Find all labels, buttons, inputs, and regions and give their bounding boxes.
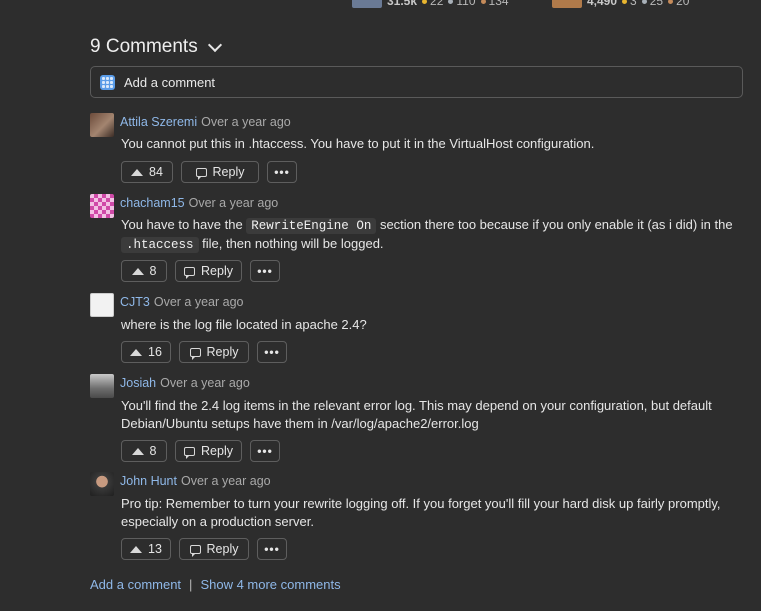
reputation: 31.5k: [387, 0, 418, 8]
avatar[interactable]: [90, 293, 114, 317]
comment-text: Pro tip: Remember to turn your rewrite l…: [121, 496, 721, 529]
reply-button[interactable]: Reply: [179, 538, 249, 560]
vote-count: 16: [148, 345, 162, 359]
comment-text: You have to have the RewriteEngine On se…: [121, 217, 733, 253]
ellipsis-icon: •••: [257, 444, 273, 458]
reply-label: Reply: [206, 345, 239, 359]
separator: |: [189, 577, 193, 592]
add-comment-box[interactable]: Add a comment: [90, 66, 743, 98]
comment-actions: 8 Reply •••: [121, 260, 280, 282]
reply-icon: [189, 347, 201, 360]
comment-time: Over a year ago: [160, 376, 250, 390]
avatar[interactable]: [90, 194, 114, 218]
gold-badges: 3: [622, 0, 637, 8]
reply-button[interactable]: Reply: [181, 161, 259, 183]
ellipsis-icon: •••: [274, 165, 290, 179]
upvote-button[interactable]: 8: [121, 440, 167, 462]
vote-count: 8: [149, 264, 157, 278]
comment-time: Over a year ago: [201, 115, 291, 129]
arrow-up-icon: [130, 348, 143, 356]
avatar[interactable]: [90, 113, 114, 137]
comments-footer: Add a comment | Show 4 more comments: [90, 577, 341, 592]
user-chip[interactable]: 4,490 3 25 20: [552, 0, 689, 8]
comment-meta: CJT3 Over a year ago: [120, 295, 244, 309]
user-avatar: [352, 0, 382, 8]
reply-button[interactable]: Reply: [175, 260, 242, 282]
avatar[interactable]: [90, 472, 114, 496]
comment-actions: 13 Reply •••: [121, 538, 287, 560]
bronze-badges: 134: [480, 0, 509, 8]
comments-count-title: 9 Comments: [90, 36, 198, 57]
more-options-button[interactable]: •••: [267, 161, 297, 183]
add-comment-link[interactable]: Add a comment: [90, 577, 181, 592]
reply-button[interactable]: Reply: [175, 440, 242, 462]
comment-meta: John Hunt Over a year ago: [120, 474, 271, 488]
reply-label: Reply: [201, 444, 233, 458]
upvote-button[interactable]: 8: [121, 260, 167, 282]
reputation: 4,490: [587, 0, 618, 8]
comment-time: Over a year ago: [180, 474, 271, 488]
comment-time: Over a year ago: [188, 196, 279, 210]
more-options-button[interactable]: •••: [257, 341, 287, 363]
more-options-button[interactable]: •••: [250, 440, 280, 462]
vote-count: 8: [149, 444, 157, 458]
comment-actions: 8 Reply •••: [121, 440, 280, 462]
arrow-up-icon: [131, 267, 144, 275]
reply-icon: [184, 446, 196, 459]
ellipsis-icon: •••: [257, 264, 273, 278]
upvote-button[interactable]: 16: [121, 341, 171, 363]
silver-badges: 25: [641, 0, 663, 8]
comment-text: where is the log file located in apache …: [121, 317, 367, 332]
silver-badges: 110: [448, 0, 476, 8]
comment-author[interactable]: CJT3: [120, 295, 150, 309]
comments-header[interactable]: 9 Comments: [90, 36, 222, 58]
chevron-down-icon[interactable]: [207, 37, 222, 53]
avatar[interactable]: [90, 374, 114, 398]
show-more-comments-link[interactable]: Show 4 more comments: [200, 577, 340, 592]
arrow-up-icon: [130, 545, 143, 553]
comment-actions: 84 Reply •••: [121, 161, 297, 183]
top-user-strip: 31.5k 22 110 134 4,490 3 25 20: [0, 0, 761, 10]
ellipsis-icon: •••: [264, 345, 280, 359]
more-options-button[interactable]: •••: [250, 260, 280, 282]
reply-icon: [184, 266, 196, 279]
ellipsis-icon: •••: [264, 542, 280, 556]
bronze-badges: 20: [668, 0, 689, 8]
inline-code: RewriteEngine On: [246, 218, 377, 234]
comment-meta: chacham15 Over a year ago: [120, 196, 278, 210]
reply-icon: [195, 167, 207, 180]
arrow-up-icon: [131, 168, 144, 176]
comment-meta: Josiah Over a year ago: [120, 376, 250, 390]
comment-actions: 16 Reply •••: [121, 341, 287, 363]
upvote-button[interactable]: 84: [121, 161, 173, 183]
comment-text: You'll find the 2.4 log items in the rel…: [121, 398, 712, 431]
upvote-button[interactable]: 13: [121, 538, 171, 560]
comment-author[interactable]: Attila Szeremi: [120, 115, 197, 129]
comment-meta: Attila Szeremi Over a year ago: [120, 115, 291, 129]
editor-icon: [100, 74, 115, 90]
user-chip[interactable]: 31.5k 22 110 134: [352, 0, 509, 8]
reply-button[interactable]: Reply: [179, 341, 249, 363]
comment-time: Over a year ago: [153, 295, 244, 309]
reply-icon: [189, 544, 201, 557]
comment-author[interactable]: Josiah: [120, 376, 156, 390]
gold-badges: 22: [422, 0, 443, 8]
reply-label: Reply: [206, 542, 239, 556]
arrow-up-icon: [131, 447, 144, 455]
comment-author[interactable]: John Hunt: [120, 474, 177, 488]
inline-code: .htaccess: [121, 237, 199, 253]
comment-author[interactable]: chacham15: [120, 196, 185, 210]
comment-text: You cannot put this in .htaccess. You ha…: [121, 136, 595, 151]
more-options-button[interactable]: •••: [257, 538, 287, 560]
add-comment-placeholder: Add a comment: [124, 74, 216, 90]
vote-count: 13: [148, 542, 162, 556]
vote-count: 84: [149, 165, 163, 179]
reply-label: Reply: [201, 264, 233, 278]
user-avatar: [552, 0, 582, 8]
reply-label: Reply: [212, 165, 245, 179]
